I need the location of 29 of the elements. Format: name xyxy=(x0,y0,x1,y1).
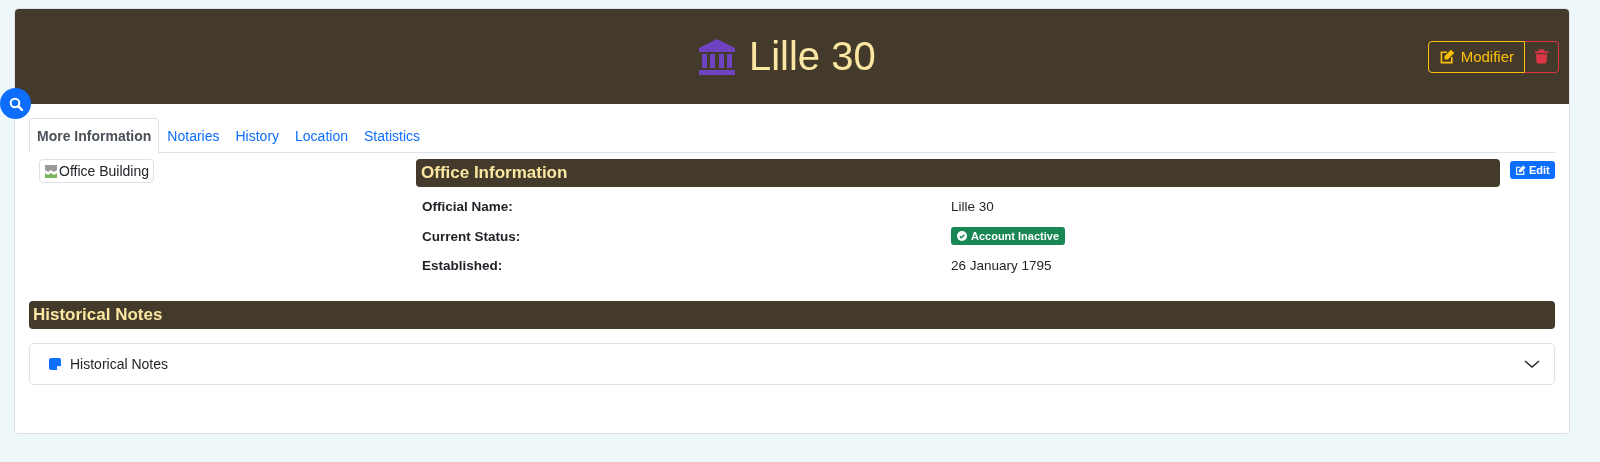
broken-image-icon xyxy=(44,164,58,178)
search-button[interactable] xyxy=(0,88,31,119)
accordion-header[interactable]: Historical Notes xyxy=(29,343,1555,385)
tab[interactable]: Notaries xyxy=(159,118,228,153)
tab[interactable]: Statistics xyxy=(356,118,428,153)
field-label: Established: xyxy=(422,258,504,273)
section-header: Office Information xyxy=(416,159,1500,187)
delete-button[interactable] xyxy=(1525,40,1559,73)
field-label: Current Status: xyxy=(422,228,522,244)
edit-icon xyxy=(1515,164,1526,176)
office-title: Lille 30 xyxy=(748,34,876,79)
broken-image: Office Building xyxy=(39,159,154,183)
chevron-icon xyxy=(1524,359,1540,369)
tab[interactable]: History xyxy=(227,118,288,153)
tab[interactable]: Location xyxy=(287,118,356,153)
status-badge: Account Inactive xyxy=(951,227,1066,245)
modify-button[interactable]: Modifier xyxy=(1427,40,1525,73)
edit-icon xyxy=(1438,48,1455,65)
note-icon xyxy=(49,358,61,370)
check-circle-icon xyxy=(957,231,967,241)
trash-icon xyxy=(1534,48,1549,65)
tab[interactable]: More Information xyxy=(29,118,160,153)
edit-button[interactable]: Edit xyxy=(1510,161,1555,179)
section-header: Historical Notes xyxy=(29,301,1555,329)
bank-icon xyxy=(696,37,737,76)
field-value: Lille 30 xyxy=(951,199,995,214)
search-icon xyxy=(8,96,23,111)
field-value: 26 January 1795 xyxy=(951,258,1053,273)
field-label: Official Name: xyxy=(422,199,514,214)
